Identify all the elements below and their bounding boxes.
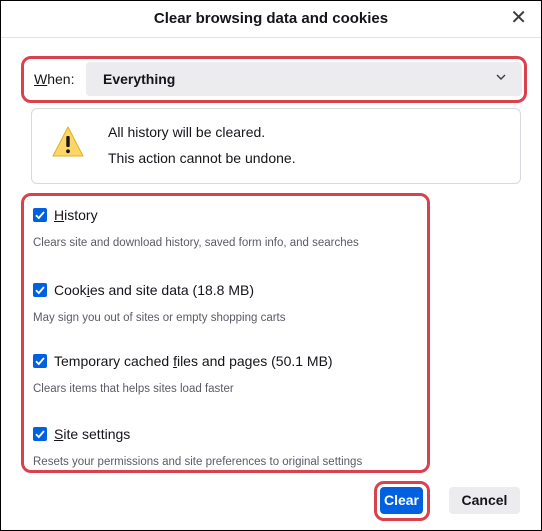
cache-checkbox[interactable] <box>33 354 47 368</box>
close-icon[interactable]: ✕ <box>510 6 527 30</box>
warning-line-1: All history will be cleared. <box>108 124 266 140</box>
cache-label: Temporary cached files and pages (50.1 M… <box>54 353 333 369</box>
when-row: When: Everything <box>26 62 522 96</box>
dialog-titlebar: Clear browsing data and cookies ✕ <box>1 1 541 38</box>
when-label-text: hen: <box>47 71 75 87</box>
dialog-title: Clear browsing data and cookies <box>153 10 389 27</box>
cookies-checkbox[interactable] <box>33 283 47 297</box>
cookies-label: Cookies and site data (18.8 MB) <box>54 282 255 298</box>
cancel-button[interactable]: Cancel <box>449 487 520 514</box>
history-label: History <box>54 207 98 223</box>
site-settings-description: Resets your permissions and site prefere… <box>33 456 363 468</box>
chevron-down-icon <box>496 72 506 84</box>
when-accesskey: W <box>34 71 48 87</box>
warning-box: All history will be cleared. This action… <box>31 108 521 184</box>
site-settings-label: Site settings <box>54 426 131 442</box>
time-range-value: Everything <box>103 71 176 87</box>
site-settings-checkbox[interactable] <box>33 427 47 441</box>
cookies-description: May sign you out of sites or empty shopp… <box>33 312 286 324</box>
cache-description: Clears items that helps sites load faste… <box>33 383 234 395</box>
time-range-select[interactable]: Everything <box>86 62 522 96</box>
history-description: Clears site and download history, saved … <box>33 237 359 249</box>
history-checkbox[interactable] <box>33 208 47 222</box>
warning-line-2: This action cannot be undone. <box>108 150 296 166</box>
clear-button[interactable]: Clear <box>380 487 423 514</box>
when-label: When: <box>34 71 74 87</box>
warning-triangle-icon <box>51 125 85 159</box>
